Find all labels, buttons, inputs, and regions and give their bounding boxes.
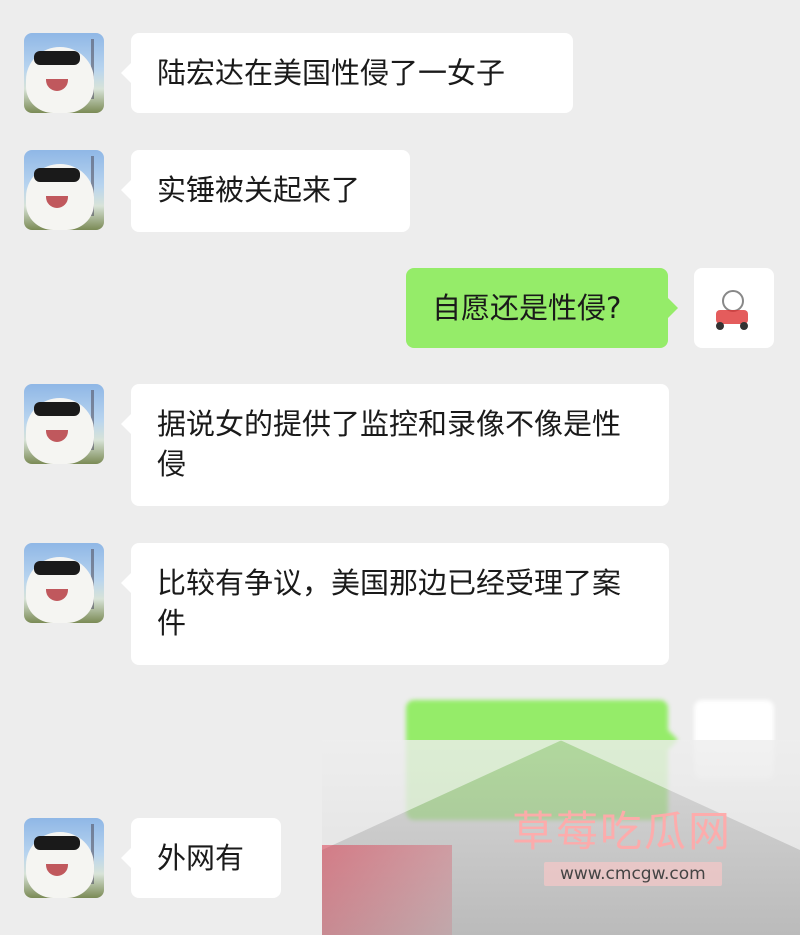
message-bubble-incoming[interactable]: 外网有 xyxy=(121,818,281,898)
watermark-overlay: 草莓吃瓜网 www.cmcgw.com xyxy=(322,740,800,935)
wheel-icon xyxy=(740,322,748,330)
contact-avatar[interactable] xyxy=(24,150,104,230)
watermark-red-shape xyxy=(322,845,452,935)
sunglasses-icon xyxy=(34,402,80,416)
watermark-title: 草莓吃瓜网 xyxy=(512,807,733,856)
message-text: 自愿还是性侵? xyxy=(432,291,622,325)
watermark-url: www.cmcgw.com xyxy=(544,862,722,886)
message-bubble-incoming[interactable]: 陆宏达在美国性侵了一女子 xyxy=(121,33,573,113)
rider-head-icon xyxy=(722,290,744,312)
message-bubble-incoming[interactable]: 实锤被关起来了 xyxy=(121,150,410,232)
message-bubble-incoming[interactable]: 比较有争议，美国那边已经受理了案件 xyxy=(121,543,669,665)
contact-avatar[interactable] xyxy=(24,384,104,464)
message-text: 据说女的提供了监控和录像不像是性侵 xyxy=(157,407,622,481)
message-text: 实锤被关起来了 xyxy=(157,173,361,207)
contact-avatar[interactable] xyxy=(24,33,104,113)
wheel-icon xyxy=(716,322,724,330)
contact-avatar[interactable] xyxy=(24,818,104,898)
sunglasses-icon xyxy=(34,561,80,575)
message-text: 外网有 xyxy=(157,841,245,875)
sunglasses-icon xyxy=(34,836,80,850)
sunglasses-icon xyxy=(34,51,80,65)
message-bubble-incoming[interactable]: 据说女的提供了监控和录像不像是性侵 xyxy=(121,384,669,506)
message-text: 陆宏达在美国性侵了一女子 xyxy=(157,56,506,90)
contact-avatar[interactable] xyxy=(24,543,104,623)
message-bubble-outgoing[interactable]: 自愿还是性侵? xyxy=(406,268,678,348)
self-avatar[interactable] xyxy=(694,268,774,348)
message-text: 比较有争议，美国那边已经受理了案件 xyxy=(157,566,622,640)
sunglasses-icon xyxy=(34,168,80,182)
chat-message-list: 陆宏达在美国性侵了一女子 实锤被关起来了 自愿还是性侵? 据说女的提供了监控和录… xyxy=(0,0,800,935)
